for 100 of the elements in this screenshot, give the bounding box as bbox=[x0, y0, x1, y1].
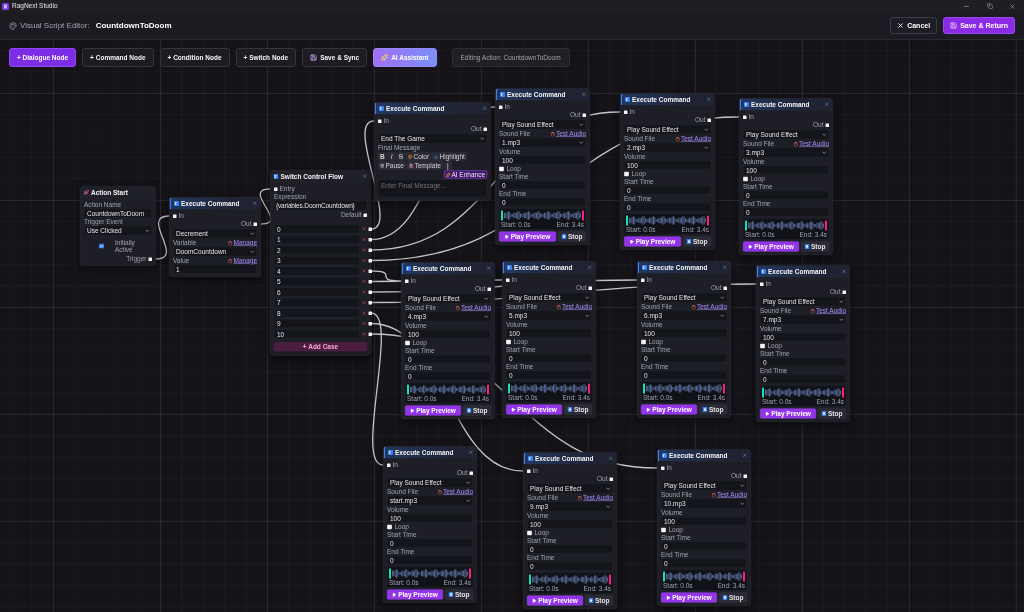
app-icon bbox=[2, 2, 9, 10]
checkbox[interactable] bbox=[641, 339, 646, 345]
port-icon[interactable] bbox=[825, 123, 829, 127]
trim-end-handle[interactable] bbox=[743, 571, 745, 582]
trim-start-handle[interactable] bbox=[501, 210, 503, 221]
restore-icon bbox=[986, 3, 993, 9]
port-icon[interactable] bbox=[368, 332, 372, 336]
port-icon[interactable] bbox=[506, 278, 510, 282]
checkbox[interactable] bbox=[527, 530, 532, 536]
checkbox[interactable] bbox=[760, 343, 765, 349]
trim-start-handle[interactable] bbox=[745, 220, 747, 231]
stop-icon bbox=[821, 411, 827, 416]
trim-end-handle[interactable] bbox=[842, 387, 844, 398]
tile-icon bbox=[500, 91, 505, 97]
port-icon[interactable] bbox=[173, 214, 177, 218]
trim-end-handle[interactable] bbox=[588, 383, 590, 394]
editor-label: Visual Script Editor: bbox=[20, 21, 90, 30]
port-icon[interactable] bbox=[148, 257, 152, 261]
trim-start-handle[interactable] bbox=[643, 383, 645, 394]
trim-end-handle[interactable] bbox=[723, 383, 725, 394]
checkbox[interactable] bbox=[387, 524, 392, 530]
stop-icon bbox=[686, 239, 692, 244]
port-icon[interactable] bbox=[368, 321, 372, 326]
port-icon[interactable] bbox=[760, 282, 764, 286]
tile-icon bbox=[379, 105, 384, 111]
tile-icon bbox=[507, 264, 512, 270]
checkbox[interactable] bbox=[743, 176, 748, 182]
port-icon[interactable] bbox=[487, 287, 491, 291]
port-icon[interactable] bbox=[368, 311, 372, 315]
checkbox[interactable] bbox=[624, 171, 629, 177]
port-icon[interactable] bbox=[582, 113, 586, 117]
trim-start-handle[interactable] bbox=[407, 384, 409, 395]
port-icon[interactable] bbox=[253, 222, 257, 226]
port-icon[interactable] bbox=[661, 466, 665, 470]
port-icon[interactable] bbox=[483, 127, 487, 131]
stop-icon bbox=[588, 598, 594, 603]
port-icon[interactable] bbox=[641, 278, 645, 282]
stop-icon bbox=[561, 234, 567, 239]
port-icon[interactable] bbox=[842, 290, 846, 294]
trim-end-handle[interactable] bbox=[469, 568, 471, 579]
port-icon[interactable] bbox=[588, 286, 592, 290]
port-icon[interactable] bbox=[368, 237, 372, 242]
save-icon bbox=[950, 22, 958, 29]
port-icon[interactable] bbox=[499, 105, 503, 109]
checkbox[interactable] bbox=[506, 339, 511, 345]
play-icon bbox=[646, 407, 651, 412]
port-icon[interactable] bbox=[387, 463, 391, 467]
trim-start-handle[interactable] bbox=[389, 568, 391, 579]
trim-start-handle[interactable] bbox=[508, 383, 510, 394]
stop-icon bbox=[567, 407, 573, 412]
port-icon[interactable] bbox=[368, 258, 372, 263]
play-icon bbox=[629, 239, 635, 244]
checkbox[interactable] bbox=[661, 527, 666, 533]
port-icon[interactable] bbox=[368, 290, 372, 294]
port-icon[interactable] bbox=[368, 279, 372, 284]
trim-start-handle[interactable] bbox=[626, 215, 628, 226]
trim-end-handle[interactable] bbox=[487, 384, 489, 395]
port-icon[interactable] bbox=[368, 248, 372, 252]
port-icon[interactable] bbox=[274, 187, 278, 191]
port-icon[interactable] bbox=[624, 110, 628, 114]
checkbox[interactable] bbox=[499, 166, 504, 172]
port-icon[interactable] bbox=[527, 469, 531, 473]
port-icon[interactable] bbox=[469, 471, 473, 475]
port-icon[interactable] bbox=[723, 286, 727, 290]
palette-icon bbox=[9, 21, 17, 30]
script-name: CountdownToDoom bbox=[95, 21, 172, 30]
connection-wire bbox=[155, 215, 170, 260]
tile-icon bbox=[528, 455, 533, 461]
close-icon bbox=[1009, 2, 1016, 10]
port-icon[interactable] bbox=[405, 279, 409, 283]
sparkles-icon bbox=[381, 54, 389, 61]
trim-end-handle[interactable] bbox=[609, 574, 611, 585]
port-icon[interactable] bbox=[707, 118, 711, 122]
checkbox[interactable] bbox=[405, 340, 410, 346]
port-icon[interactable] bbox=[378, 119, 382, 123]
port-icon[interactable] bbox=[368, 269, 372, 273]
port-icon[interactable] bbox=[368, 300, 372, 305]
port-icon[interactable] bbox=[368, 227, 372, 231]
tile-icon bbox=[662, 452, 667, 458]
stop-icon bbox=[448, 592, 454, 597]
tile-icon bbox=[625, 96, 630, 102]
trim-end-handle[interactable] bbox=[707, 215, 709, 226]
port-icon[interactable] bbox=[363, 213, 367, 217]
port-icon[interactable] bbox=[609, 477, 613, 481]
port-icon[interactable] bbox=[743, 474, 747, 478]
trim-start-handle[interactable] bbox=[529, 574, 531, 585]
trim-start-handle[interactable] bbox=[663, 571, 665, 582]
play-icon bbox=[504, 234, 510, 239]
trim-end-handle[interactable] bbox=[582, 210, 584, 221]
trim-start-handle[interactable] bbox=[762, 387, 764, 398]
trim-end-handle[interactable] bbox=[825, 220, 827, 231]
tile-icon bbox=[273, 173, 279, 179]
play-icon bbox=[748, 244, 753, 249]
play-icon bbox=[410, 408, 415, 413]
tile-icon bbox=[744, 101, 749, 107]
tile-icon bbox=[388, 449, 393, 455]
stop-icon bbox=[804, 244, 810, 249]
port-icon[interactable] bbox=[743, 115, 747, 119]
tile-icon bbox=[642, 264, 647, 270]
close-icon bbox=[897, 22, 905, 29]
